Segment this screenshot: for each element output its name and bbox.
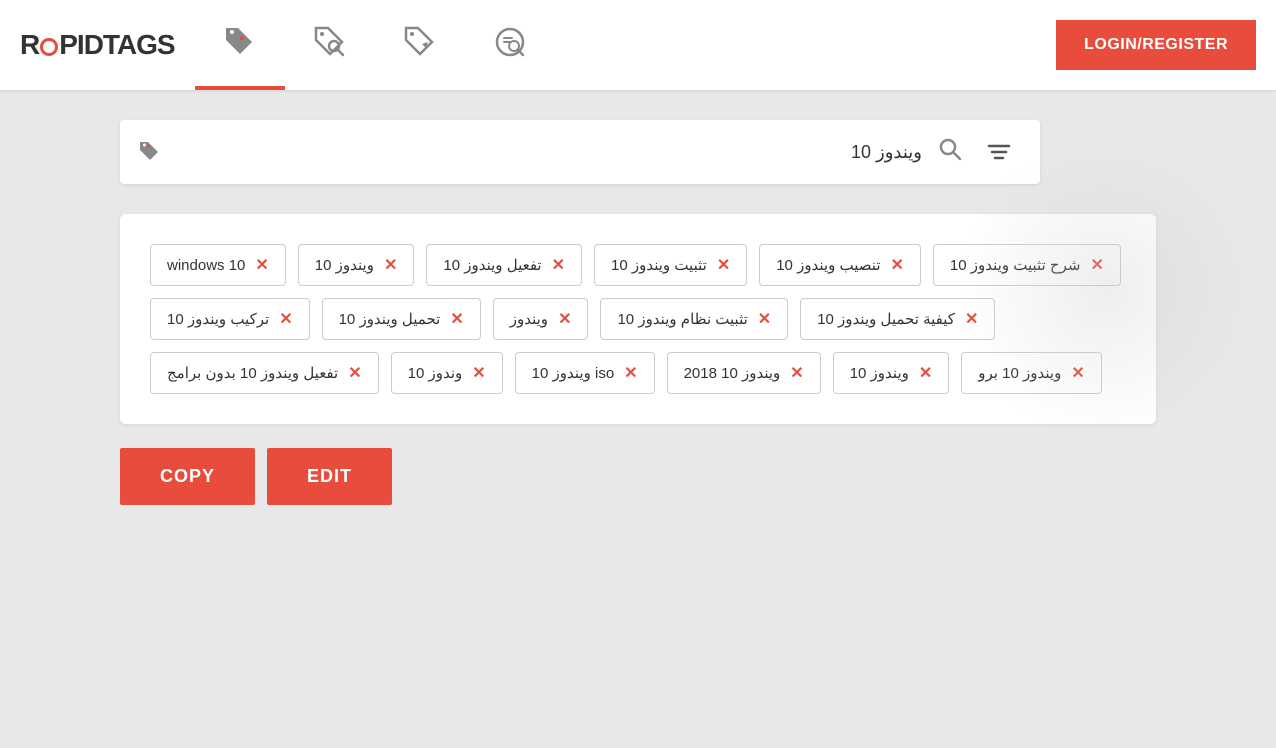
tag-item[interactable]: ✕ تثبيت ويندوز 10 (594, 244, 747, 286)
main-nav (195, 0, 1056, 90)
tag-close-icon[interactable]: ✕ (891, 255, 904, 275)
nav-item-tag-search[interactable] (285, 0, 375, 90)
tag-label: تفعيل ويندوز 10 بدون برامج (167, 364, 338, 382)
tag-item[interactable]: ✕ ويندوز 10 2018 (667, 352, 821, 394)
tag-close-icon[interactable]: ✕ (1090, 255, 1103, 275)
tag-item[interactable]: ✕ ويندوز 10 برو (961, 352, 1101, 394)
tag-label: تركيب ويندوز 10 (167, 310, 269, 328)
tag-label: تحميل ويندوز 10 (339, 310, 441, 328)
nav-item-audit[interactable] (465, 0, 555, 90)
tag-label: iso ويندوز 10 (532, 364, 615, 382)
search-icon (938, 137, 962, 161)
login-register-button[interactable]: LOGIN/REGISTER (1056, 20, 1256, 70)
tag-generator-icon (222, 24, 258, 67)
tag-item[interactable]: ✕ تثبيت نظام ويندوز 10 (600, 298, 788, 340)
tag-close-icon[interactable]: ✕ (450, 309, 463, 329)
tag-item[interactable]: ✕ ويندوز (493, 298, 589, 340)
tag-close-icon[interactable]: ✕ (472, 363, 485, 383)
tag-close-icon[interactable]: ✕ (348, 363, 361, 383)
tag-close-icon[interactable]: ✕ (965, 309, 978, 329)
tag-item[interactable]: ✕ تفعيل ويندوز 10 بدون برامج (150, 352, 379, 394)
tag-close-icon[interactable]: ✕ (255, 255, 268, 275)
tag-item[interactable]: ✕ ويندوز 10 (833, 352, 950, 394)
tag-search-icon (312, 24, 348, 67)
tag-close-icon[interactable]: ✕ (552, 255, 565, 275)
tag-extractor-icon (402, 24, 438, 67)
tag-close-icon[interactable]: ✕ (758, 309, 771, 329)
tag-label: تفعيل ويندوز 10 (443, 256, 541, 274)
audit-icon (492, 24, 528, 67)
search-bar: ويندوز 10 (120, 120, 1040, 184)
tag-item[interactable]: ✕ تفعيل ويندوز 10 (426, 244, 582, 286)
search-input[interactable]: ويندوز 10 (176, 142, 922, 163)
tag-label: شرح تثبيت ويندوز 10 (950, 256, 1081, 274)
tag-item[interactable]: ✕ windows 10 (150, 244, 286, 286)
tag-close-icon[interactable]: ✕ (624, 363, 637, 383)
tag-item[interactable]: ✕ كيفية تحميل ويندوز 10 (800, 298, 995, 340)
tag-label: وندوز 10 (408, 364, 463, 382)
tag-item[interactable]: ✕ iso ويندوز 10 (515, 352, 655, 394)
tag-close-icon[interactable]: ✕ (790, 363, 803, 383)
tag-label: تثبيت ويندوز 10 (611, 256, 707, 274)
tags-container: ✕ windows 10 ✕ ويندوز 10 ✕ تفعيل ويندوز 10 ✕ تث… (120, 214, 1156, 424)
tag-label: تثبيت نظام ويندوز 10 (617, 310, 747, 328)
header: RPIDTAGS (0, 0, 1276, 90)
tag-label: كيفية تحميل ويندوز 10 (817, 310, 955, 328)
tag-item[interactable]: ✕ تحميل ويندوز 10 (322, 298, 481, 340)
search-bar-icon (136, 138, 164, 166)
main-content: ويندوز 10 ✕ windows 10 ✕ ويندوز 10 ✕ تفعيل وي… (0, 90, 1276, 748)
filter-icon (986, 139, 1012, 165)
tag-label: ويندوز 10 برو (978, 364, 1061, 382)
copy-button[interactable]: COPY (120, 448, 255, 505)
tag-close-icon[interactable]: ✕ (1071, 363, 1084, 383)
search-button[interactable] (930, 129, 970, 175)
tag-close-icon[interactable]: ✕ (384, 255, 397, 275)
tag-label: windows 10 (167, 257, 245, 274)
tag-label: ويندوز 10 2018 (684, 364, 781, 382)
tag-label: ويندوز (510, 310, 548, 328)
action-buttons: COPY EDIT (120, 448, 1156, 505)
tags-grid: ✕ windows 10 ✕ ويندوز 10 ✕ تفعيل ويندوز 10 ✕ تث… (150, 244, 1126, 394)
tag-item[interactable]: ✕ تنصيب ويندوز 10 (759, 244, 921, 286)
tag-item[interactable]: ✕ وندوز 10 (391, 352, 503, 394)
tag-item[interactable]: ✕ شرح تثبيت ويندوز 10 (933, 244, 1121, 286)
tag-item[interactable]: ✕ تركيب ويندوز 10 (150, 298, 310, 340)
tag-item[interactable]: ✕ ويندوز 10 (298, 244, 415, 286)
tag-label: تنصيب ويندوز 10 (776, 256, 880, 274)
tag-close-icon[interactable]: ✕ (717, 255, 730, 275)
edit-button[interactable]: EDIT (267, 448, 392, 505)
nav-item-tag-extractor[interactable] (375, 0, 465, 90)
tag-close-icon[interactable]: ✕ (558, 309, 571, 329)
tag-close-icon[interactable]: ✕ (279, 309, 292, 329)
logo[interactable]: RPIDTAGS (20, 29, 175, 61)
filter-button[interactable] (974, 131, 1024, 173)
tag-close-icon[interactable]: ✕ (919, 363, 932, 383)
tag-label: ويندوز 10 (850, 364, 909, 382)
nav-item-tag-generator[interactable] (195, 0, 285, 90)
tag-label: ويندوز 10 (315, 256, 374, 274)
logo-text: RPIDTAGS (20, 29, 175, 60)
